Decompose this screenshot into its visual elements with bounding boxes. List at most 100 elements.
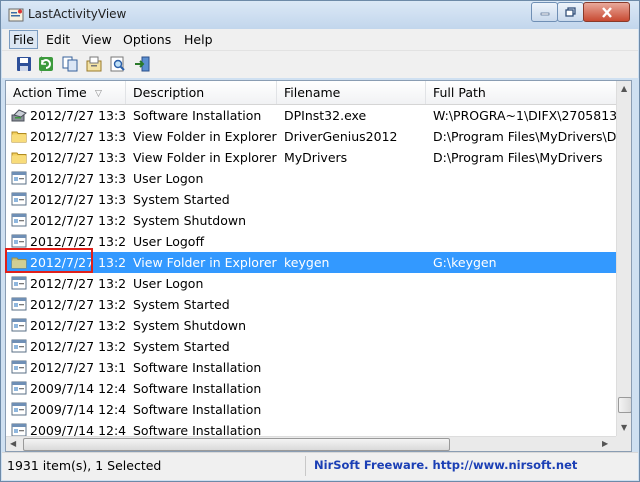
cell-full-path: D:\Program Files\MyDrivers\Dr <box>433 129 616 144</box>
cell-description: Software Installation <box>133 360 262 375</box>
copy-icon <box>62 56 78 72</box>
system-event-icon <box>11 423 27 436</box>
scroll-left-icon[interactable]: ◀ <box>10 439 16 448</box>
save-icon <box>17 57 31 71</box>
scroll-up-icon[interactable]: ▲ <box>621 84 627 93</box>
item-count: 1931 item(s), 1 Selected <box>7 458 162 473</box>
cell-filename <box>281 357 426 378</box>
vertical-scrollbar[interactable]: ▲ ▼ <box>616 81 631 436</box>
menu-file[interactable]: File <box>9 30 38 49</box>
cell-action-time: 2012/7/27 13:3... <box>30 150 126 165</box>
maximize-button[interactable] <box>557 2 584 22</box>
cell-description: User Logon <box>133 276 204 291</box>
toolbar <box>2 51 638 78</box>
cell-action-time: 2012/7/27 13:2... <box>30 318 126 333</box>
table-row[interactable]: 2012/7/27 13:3... Software Installation DP… <box>6 105 616 126</box>
system-event-icon <box>11 339 27 353</box>
cell-full-path <box>430 189 616 210</box>
system-event-icon <box>11 234 27 248</box>
cell-action-time: 2012/7/27 13:2... <box>30 297 126 312</box>
activity-list[interactable]: Action Time ▽ Description Filename Full … <box>5 80 632 452</box>
system-event-icon <box>11 297 27 311</box>
table-row[interactable]: 2012/7/27 13:2... System Started <box>6 336 616 357</box>
table-row[interactable]: 2012/7/27 13:2... System Shutdown <box>6 315 616 336</box>
properties-button[interactable] <box>85 55 103 73</box>
close-button[interactable] <box>583 2 630 22</box>
column-action-time[interactable]: Action Time <box>6 81 126 104</box>
cell-filename: DPInst32.exe <box>284 108 367 123</box>
cell-filename <box>281 168 426 189</box>
system-event-icon <box>11 318 27 332</box>
table-row[interactable]: 2012/7/27 13:2... User Logon <box>6 273 616 294</box>
cell-action-time: 2009/7/14 12:4... <box>30 402 126 417</box>
find-button[interactable] <box>109 55 127 73</box>
close-icon <box>601 6 612 18</box>
save-button[interactable] <box>15 55 33 73</box>
table-row[interactable]: 2012/7/27 13:2...View Folder in Explorer… <box>6 252 616 273</box>
table-row[interactable]: 2012/7/27 13:3... System Started <box>6 189 616 210</box>
vertical-scroll-thumb[interactable] <box>618 397 631 413</box>
column-label: Filename <box>284 85 341 100</box>
cell-description: View Folder in Explorer <box>133 255 277 270</box>
minimize-button[interactable] <box>531 2 558 22</box>
folder-icon <box>11 150 27 164</box>
cell-action-time: 2012/7/27 13:3... <box>30 171 126 186</box>
cell-filename <box>281 189 426 210</box>
cell-filename <box>281 378 426 399</box>
cell-description: System Shutdown <box>133 213 246 228</box>
horizontal-scroll-thumb[interactable] <box>23 438 450 451</box>
cell-action-time: 2012/7/27 13:3... <box>30 129 126 144</box>
table-row[interactable]: 2009/7/14 12:4... Software Installation <box>6 378 616 399</box>
cell-filename: keygen <box>284 255 330 270</box>
cell-description: Software Installation <box>133 423 262 436</box>
cell-description: View Folder in Explorer <box>133 129 277 144</box>
column-header: Action Time ▽ Description Filename Full … <box>6 81 616 105</box>
menu-edit[interactable]: Edit <box>43 32 73 47</box>
scroll-down-icon[interactable]: ▼ <box>621 423 627 432</box>
column-description[interactable]: Description <box>126 81 277 104</box>
horizontal-scrollbar[interactable]: ◀ ▶ <box>6 436 616 451</box>
exit-button[interactable] <box>133 55 151 73</box>
minimize-icon <box>540 12 549 16</box>
nirsoft-link[interactable]: NirSoft Freeware. http://www.nirsoft.net <box>314 458 577 472</box>
title-bar[interactable]: LastActivityView <box>1 1 639 29</box>
table-row[interactable]: 2012/7/27 13:3... User Logon <box>6 168 616 189</box>
table-row[interactable]: 2009/7/14 12:4... Software Installation <box>6 420 616 436</box>
cell-description: System Started <box>133 297 230 312</box>
table-row[interactable]: 2012/7/27 13:3... View Folder in Explorer… <box>6 126 616 147</box>
column-filename[interactable]: Filename <box>277 81 426 104</box>
menu-options[interactable]: Options <box>120 32 174 47</box>
system-event-icon <box>11 381 27 395</box>
column-full-path[interactable]: Full Path <box>426 81 616 104</box>
cell-description: User Logoff <box>133 234 205 249</box>
scroll-right-icon[interactable]: ▶ <box>602 439 608 448</box>
scroll-corner <box>616 436 631 451</box>
column-label: Full Path <box>433 85 486 100</box>
cell-filename <box>281 399 426 420</box>
cell-description: Software Installation <box>133 402 262 417</box>
table-row[interactable]: 2012/7/27 13:2... System Shutdown <box>6 210 616 231</box>
cell-full-path: D:\Program Files\MyDrivers <box>433 150 603 165</box>
window-title: LastActivityView <box>28 7 127 21</box>
sort-descending-icon: ▽ <box>95 89 102 99</box>
folder-icon <box>11 129 27 143</box>
menu-view[interactable]: View <box>79 32 115 47</box>
table-row[interactable]: 2012/7/27 13:2...User Logoff <box>6 231 616 252</box>
menu-help[interactable]: Help <box>181 32 216 47</box>
cell-full-path <box>430 399 616 420</box>
refresh-button[interactable] <box>37 55 55 73</box>
cell-action-time: 2012/7/27 13:2... <box>30 213 126 228</box>
cell-filename <box>281 210 426 231</box>
refresh-icon <box>39 57 53 71</box>
cell-description: Software Installation <box>133 381 262 396</box>
copy-button[interactable] <box>61 55 79 73</box>
table-row[interactable]: 2012/7/27 13:2... System Started <box>6 294 616 315</box>
system-event-icon <box>11 213 27 227</box>
cell-action-time: 2012/7/27 13:3... <box>30 108 126 123</box>
table-row[interactable]: 2009/7/14 12:4... Software Installation <box>6 399 616 420</box>
table-row[interactable]: 2012/7/27 13:3... View Folder in Explorer… <box>6 147 616 168</box>
cell-full-path <box>430 420 616 436</box>
system-event-icon <box>11 171 27 185</box>
cell-full-path <box>430 336 616 357</box>
table-row[interactable]: 2012/7/27 13:1... Software Installation <box>6 357 616 378</box>
